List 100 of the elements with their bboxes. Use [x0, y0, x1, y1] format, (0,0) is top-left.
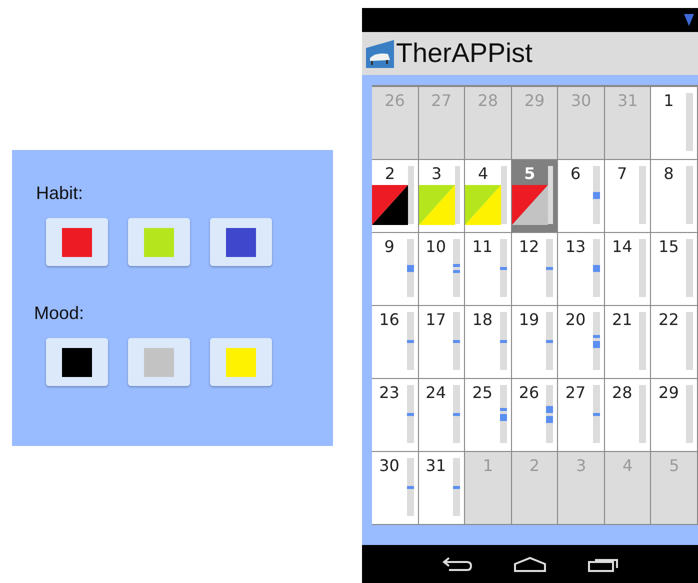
- day-cell[interactable]: 21: [604, 306, 652, 379]
- day-cell[interactable]: 26: [512, 379, 558, 452]
- day-number: 30: [379, 458, 400, 474]
- day-number: 23: [379, 385, 400, 401]
- day-number: 3: [576, 458, 586, 474]
- color-button[interactable]: [128, 338, 190, 386]
- day-number: 15: [658, 239, 679, 255]
- day-cell[interactable]: 7: [604, 160, 652, 233]
- color-button[interactable]: [128, 218, 190, 266]
- day-number: 25: [472, 385, 493, 401]
- entry-bar: [639, 312, 646, 370]
- day-cell[interactable]: 18: [465, 306, 512, 379]
- day-number: 14: [612, 239, 632, 255]
- day-number: 27: [565, 385, 586, 401]
- entry-bar: [501, 166, 507, 224]
- entry-bar: [454, 166, 460, 224]
- home-icon[interactable]: [513, 556, 547, 572]
- entry-bar: [686, 93, 693, 151]
- day-number: 5: [524, 166, 536, 182]
- day-cell[interactable]: 19: [512, 306, 558, 379]
- day-number: 2: [529, 458, 540, 474]
- entry-bar: [548, 166, 554, 224]
- color-button[interactable]: [210, 338, 272, 386]
- day-number: 4: [478, 166, 488, 182]
- entry-bar: [408, 166, 414, 224]
- day-cell[interactable]: 9: [372, 233, 419, 306]
- day-cell[interactable]: 24: [418, 379, 466, 452]
- day-cell[interactable]: 14: [604, 233, 652, 306]
- day-cell[interactable]: 15: [651, 233, 698, 306]
- day-number: 11: [472, 239, 493, 255]
- day-cell[interactable]: 6: [558, 160, 605, 233]
- day-number: 4: [622, 458, 633, 474]
- day-cell[interactable]: 16: [372, 306, 419, 379]
- day-cell[interactable]: 27: [558, 379, 605, 452]
- day-cell[interactable]: 10: [418, 233, 466, 306]
- entry-bar: [686, 312, 693, 370]
- day-cell[interactable]: 30: [372, 452, 419, 525]
- day-number: 29: [524, 93, 545, 109]
- color-button[interactable]: [210, 218, 272, 266]
- entry-bar: [686, 166, 693, 224]
- day-number: 26: [384, 93, 405, 109]
- entry-bar: [639, 385, 646, 443]
- mood-label: Mood:: [34, 302, 86, 325]
- day-number: 16: [379, 312, 400, 328]
- day-number: 22: [658, 312, 679, 328]
- day-cell[interactable]: 17: [418, 306, 466, 379]
- day-number: 2: [384, 166, 396, 182]
- day-cell[interactable]: 23: [372, 379, 419, 452]
- day-number: 21: [612, 312, 632, 328]
- day-number: 8: [664, 166, 674, 182]
- day-number: 12: [518, 239, 540, 255]
- day-number: 29: [658, 385, 679, 401]
- entry-bar: [639, 166, 646, 224]
- day-number: 5: [669, 458, 680, 474]
- day-number: 24: [426, 385, 446, 401]
- day-cell[interactable]: 3: [418, 160, 466, 233]
- day-cell[interactable]: 31: [418, 452, 466, 525]
- day-number: 10: [426, 239, 446, 255]
- day-number: 26: [518, 385, 540, 401]
- day-number: 28: [612, 385, 632, 401]
- day-number: 17: [426, 312, 446, 328]
- day-cell[interactable]: 1: [651, 87, 698, 160]
- day-number: 28: [478, 93, 498, 109]
- color-button[interactable]: [46, 218, 108, 266]
- signal-icon: [684, 14, 694, 26]
- entry-bar: [686, 239, 693, 297]
- day-number: 18: [472, 312, 493, 328]
- day-cell[interactable]: 8: [651, 160, 698, 233]
- habit-label: Habit:: [36, 182, 84, 205]
- day-cell[interactable]: 20: [558, 306, 605, 379]
- color-button[interactable]: [46, 338, 108, 386]
- app-title: TherAPPist: [396, 40, 533, 67]
- day-number: 30: [570, 93, 592, 109]
- day-cell[interactable]: 5: [512, 160, 558, 233]
- day-cell[interactable]: 29: [651, 379, 698, 452]
- day-cell[interactable]: 25: [465, 379, 512, 452]
- day-cell[interactable]: 2: [372, 160, 419, 233]
- day-cell[interactable]: 13: [558, 233, 605, 306]
- day-number: 13: [565, 239, 586, 255]
- day-number: 31: [426, 458, 446, 474]
- day-number: 31: [617, 93, 638, 109]
- day-number: 9: [384, 239, 394, 255]
- day-cell[interactable]: 11: [465, 233, 512, 306]
- day-number: 27: [431, 93, 452, 109]
- day-number: 19: [518, 312, 540, 328]
- day-cell[interactable]: 12: [512, 233, 558, 306]
- recent-apps-icon[interactable]: [587, 556, 619, 572]
- day-cell[interactable]: 28: [604, 379, 652, 452]
- day-number: 1: [482, 458, 494, 474]
- day-number: 20: [565, 312, 586, 328]
- day-number: 3: [431, 166, 442, 182]
- entry-bar: [686, 385, 693, 443]
- day-number: 6: [570, 166, 581, 182]
- couch-icon: [366, 40, 394, 68]
- day-number: 7: [617, 166, 628, 182]
- day-cell[interactable]: 22: [651, 306, 698, 379]
- day-number: 1: [664, 93, 674, 109]
- day-cell[interactable]: 4: [465, 160, 512, 233]
- entry-bar: [639, 239, 646, 297]
- back-icon[interactable]: [441, 556, 473, 572]
